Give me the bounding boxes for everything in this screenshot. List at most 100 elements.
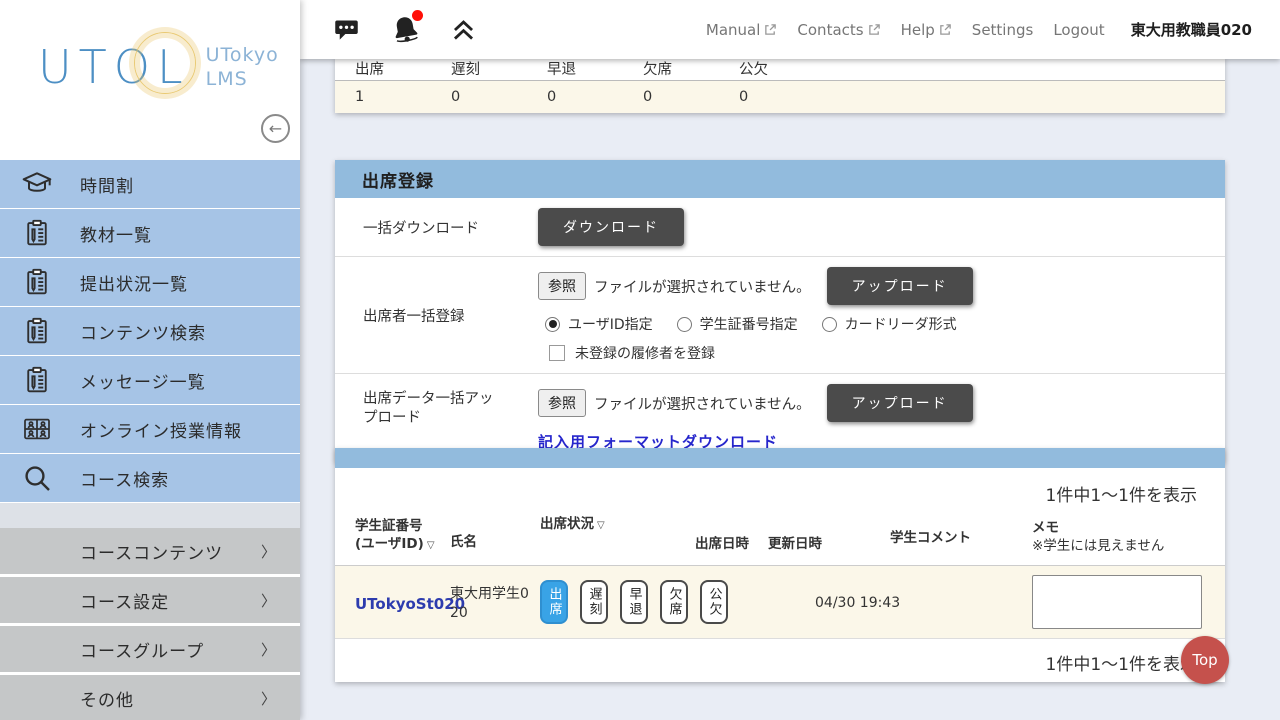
sidebar-item-submission-status[interactable]: 提出状況一覧 xyxy=(0,258,300,306)
status-button-absent[interactable]: 欠席 xyxy=(660,580,688,624)
browse-file-button[interactable]: 参照 xyxy=(538,272,586,300)
col-student-id[interactable]: 学生証番号 (ユーザID)▽ xyxy=(355,517,435,555)
manual-link[interactable]: Manual xyxy=(706,21,778,39)
sidebar-menu: 時間割 教材一覧 提出状況一覧 xyxy=(0,160,300,720)
current-user-name: 東大用教職員020 xyxy=(1131,19,1252,40)
sidebar-item-content-search[interactable]: コンテンツ検索 xyxy=(0,307,300,355)
sidebar-item-label: メッセージ一覧 xyxy=(80,368,206,393)
register-unregistered-checkline: 未登録の履修者を登録 xyxy=(549,343,1225,363)
col-memo: メモ ※学生には見えません xyxy=(1032,519,1164,555)
sidebar-item-timetable[interactable]: 時間割 xyxy=(0,160,300,208)
checkbox-unchecked-icon[interactable] xyxy=(549,345,565,361)
sidebar-item-others[interactable]: その他 〉 xyxy=(0,675,300,720)
col-updated-datetime: 更新日時 xyxy=(768,535,822,553)
utol-logo[interactable]: UTOL UTokyo LMS xyxy=(38,40,279,94)
memo-textarea[interactable] xyxy=(1032,575,1202,629)
attendance-data-upload-label: 出席データ一括アップロード xyxy=(363,384,538,452)
chat-icon[interactable] xyxy=(333,16,360,43)
summary-col-early-leave: 早退 xyxy=(527,58,623,79)
search-icon xyxy=(20,461,54,495)
sidebar-item-course-settings[interactable]: コース設定 〉 xyxy=(0,577,300,623)
summary-val-late: 0 xyxy=(431,89,527,105)
updated-datetime-value: 04/30 19:43 xyxy=(815,595,900,611)
attendance-summary-panel: 出席 遅刻 早退 欠席 公欠 1 0 0 0 0 xyxy=(335,57,1225,113)
radio-student-card-number[interactable]: 学生証番号指定 xyxy=(677,314,798,334)
attendance-list-panel: 1件中1〜1件を表示 学生証番号 (ユーザID)▽ 氏名 出席状況▽ 出席日時 … xyxy=(335,448,1225,682)
radio-card-reader-format[interactable]: カードリーダ形式 xyxy=(822,314,957,334)
status-button-excused[interactable]: 公欠 xyxy=(700,580,728,624)
status-button-late[interactable]: 遅刻 xyxy=(580,580,608,624)
attendance-list-column-header: 1件中1〜1件を表示 学生証番号 (ユーザID)▽ 氏名 出席状況▽ 出席日時 … xyxy=(335,468,1225,565)
upload-button[interactable]: アップロード xyxy=(827,267,973,305)
help-link[interactable]: Help xyxy=(901,21,952,39)
sidebar-item-course-group[interactable]: コースグループ 〉 xyxy=(0,626,300,672)
status-button-early-leave[interactable]: 早退 xyxy=(620,580,648,624)
sidebar-group-divider xyxy=(0,503,300,528)
sidebar-item-label: 提出状況一覧 xyxy=(80,270,188,295)
notifications-bell-icon[interactable] xyxy=(390,14,421,45)
sort-icon[interactable]: ▽ xyxy=(427,540,435,551)
radio-unchecked-icon[interactable] xyxy=(677,317,692,332)
status-button-group: 出席 遅刻 早退 欠席 公欠 xyxy=(540,580,728,624)
summary-val-excused: 0 xyxy=(719,89,815,105)
status-button-present[interactable]: 出席 xyxy=(540,580,568,624)
radio-checked-icon[interactable] xyxy=(545,317,560,332)
sort-icon[interactable]: ▽ xyxy=(597,520,605,531)
sidebar-item-materials[interactable]: 教材一覧 xyxy=(0,209,300,257)
clipboard-icon xyxy=(20,363,54,397)
register-format-radio-group: ユーザID指定 学生証番号指定 カードリーダ形式 xyxy=(545,314,1225,334)
collapse-topbar-icon[interactable] xyxy=(451,19,476,41)
top-bar: Manual Contacts Help Settings Logout 東大用… xyxy=(300,0,1280,59)
sidebar-item-online-class-info[interactable]: オンライン授業情報 xyxy=(0,405,300,453)
summary-val-present: 1 xyxy=(335,89,431,105)
logout-link[interactable]: Logout xyxy=(1053,21,1104,39)
sidebar-collapse-button[interactable]: ← xyxy=(261,114,290,143)
summary-col-excused: 公欠 xyxy=(719,58,815,79)
sidebar-item-course-search[interactable]: コース検索 xyxy=(0,454,300,502)
summary-col-absent: 欠席 xyxy=(623,58,719,79)
upload-button[interactable]: アップロード xyxy=(827,384,973,422)
col-attended-datetime: 出席日時 xyxy=(695,535,749,553)
back-arrow-icon: ← xyxy=(269,119,282,138)
attendee-bulk-register-row: 出席者一括登録 参照 ファイルが選択されていません。 アップロード ユーザID指… xyxy=(335,257,1225,374)
main-area: 出席 遅刻 早退 欠席 公欠 1 0 0 0 0 出席登録 一括ダウンロード ダ… xyxy=(300,0,1280,720)
sidebar-item-course-contents[interactable]: コースコンテンツ 〉 xyxy=(0,528,300,574)
chevron-right-icon: 〉 xyxy=(261,639,276,660)
result-count-text: 1件中1〜1件を表示 xyxy=(1046,650,1197,675)
register-unregistered-label: 未登録の履修者を登録 xyxy=(575,343,715,363)
no-file-selected-text: ファイルが選択されていません。 xyxy=(594,276,811,297)
registration-panel-title: 出席登録 xyxy=(335,160,1225,198)
result-count-text: 1件中1〜1件を表示 xyxy=(1046,481,1197,506)
radio-user-id[interactable]: ユーザID指定 xyxy=(545,314,653,334)
external-link-icon xyxy=(939,23,952,36)
bulk-download-label: 一括ダウンロード xyxy=(363,208,538,246)
attendance-registration-panel: 出席登録 一括ダウンロード ダウンロード 出席者一括登録 参照 ファイルが選択さ… xyxy=(335,160,1225,462)
summary-col-present: 出席 xyxy=(335,58,431,79)
radio-unchecked-icon[interactable] xyxy=(822,317,837,332)
no-file-selected-text: ファイルが選択されていません。 xyxy=(594,393,811,414)
clipboard-icon xyxy=(20,265,54,299)
summary-val-absent: 0 xyxy=(623,89,719,105)
browse-file-button[interactable]: 参照 xyxy=(538,389,586,417)
sidebar-item-label: 時間割 xyxy=(80,172,134,197)
settings-link[interactable]: Settings xyxy=(972,21,1034,39)
contacts-link[interactable]: Contacts xyxy=(797,21,880,39)
col-status[interactable]: 出席状況▽ xyxy=(540,515,605,535)
clipboard-icon xyxy=(20,216,54,250)
bulk-download-row: 一括ダウンロード ダウンロード xyxy=(335,198,1225,257)
summary-value-row: 1 0 0 0 0 xyxy=(335,81,1225,113)
graduation-cap-icon xyxy=(20,167,54,201)
summary-header-row: 出席 遅刻 早退 欠席 公欠 xyxy=(335,57,1225,81)
table-row: UTokyoSt020 東大用学生020 出席 遅刻 早退 欠席 公欠 04/3… xyxy=(335,565,1225,638)
chevron-right-icon: 〉 xyxy=(261,590,276,611)
attendance-list-header-bar xyxy=(335,448,1225,468)
chevron-right-icon: 〉 xyxy=(261,688,276,709)
notification-badge-dot xyxy=(412,10,423,21)
sidebar-item-messages[interactable]: メッセージ一覧 xyxy=(0,356,300,404)
summary-col-late: 遅刻 xyxy=(431,58,527,79)
logo-subtitle-line2: LMS xyxy=(206,67,279,91)
people-grid-icon xyxy=(20,412,54,446)
student-id-link[interactable]: UTokyoSt020 xyxy=(355,595,465,613)
back-to-top-button[interactable]: Top xyxy=(1181,636,1229,684)
download-button[interactable]: ダウンロード xyxy=(538,208,684,246)
